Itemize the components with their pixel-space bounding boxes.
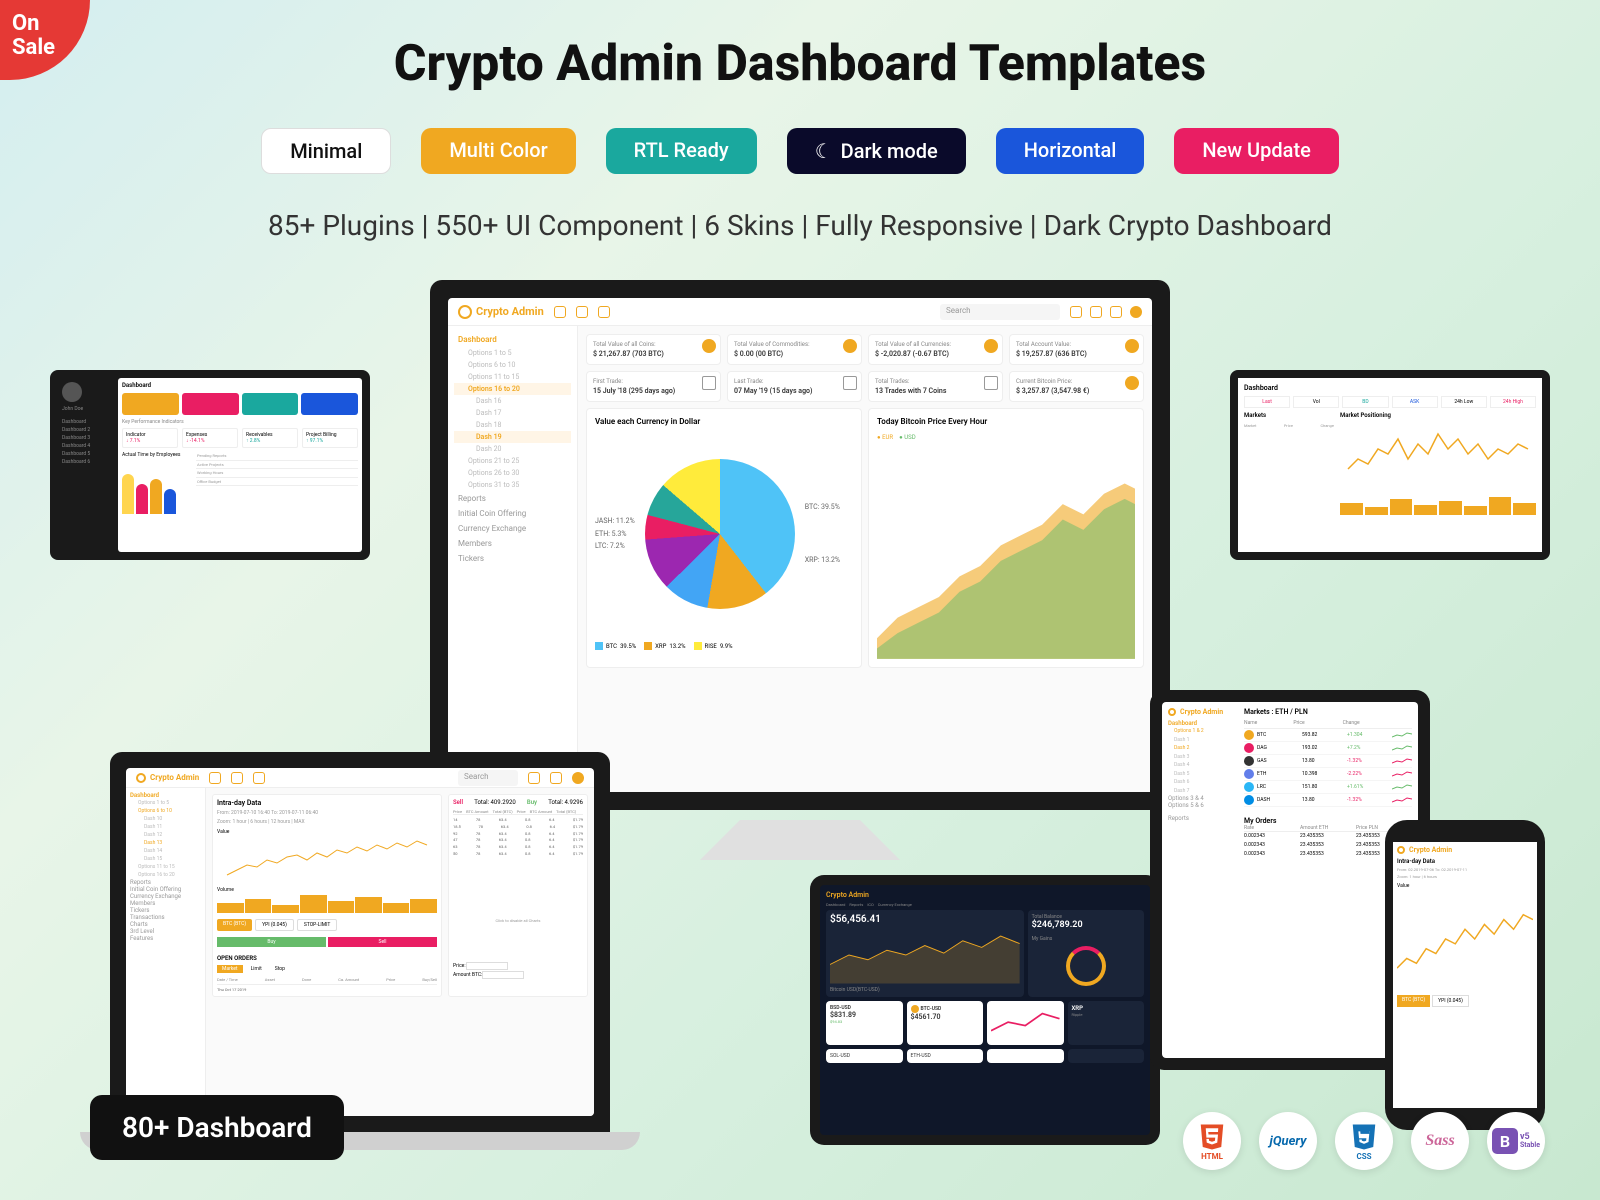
donut-icon	[1066, 946, 1106, 986]
bitcoin-icon	[984, 339, 998, 353]
stat-card: Total Value of all Coins:$ 21,267.87 (70…	[586, 334, 721, 365]
pie-chart-card: Value each Currency in Dollar JASH: 11.2…	[586, 408, 862, 668]
tag-multi-color[interactable]: Multi Color	[421, 128, 575, 174]
sidebar: Dashboard Options 1 to 5 Options 6 to 10…	[448, 326, 578, 792]
css3-icon: CSS	[1335, 1112, 1393, 1170]
area-chart-card: Today Bitcoin Price Every Hour ● EUR ● U…	[868, 408, 1144, 668]
bell-icon[interactable]	[550, 772, 562, 784]
gear-icon[interactable]	[572, 772, 584, 784]
main-content: Total Value of all Coins:$ 21,267.87 (70…	[578, 326, 1152, 792]
table-row[interactable]: ETH10.398-2.22%	[1244, 768, 1412, 781]
tech-stack-icons: HTML jQuery CSS Sass B v5 Stable	[1183, 1112, 1545, 1170]
bitcoin-icon	[1125, 339, 1139, 353]
table-row[interactable]: DAG193.02+7.2%	[1244, 742, 1412, 755]
brand-logo[interactable]: Crypto Admin	[136, 773, 199, 783]
monitor-stand	[700, 820, 900, 860]
task-icon[interactable]	[598, 306, 610, 318]
sale-line1: On	[12, 12, 90, 36]
bootstrap-icon: B v5 Stable	[1487, 1112, 1545, 1170]
dark-preview-main: Dashboard Key Performance Indicators Ind…	[118, 378, 362, 552]
preview-light-dashboard: Dashboard Last Vol BD ASK 24h Low 24h Hi…	[1230, 370, 1550, 560]
phone-preview: Crypto Admin Intra-day Data From: 02.201…	[1385, 820, 1545, 1130]
stat-card: Total Account Value:$ 19,257.87 (636 BTC…	[1009, 334, 1144, 365]
avatar	[62, 382, 82, 402]
tag-horizontal[interactable]: Horizontal	[996, 128, 1145, 174]
sell-button[interactable]: Sell	[328, 937, 437, 947]
logo-icon	[458, 305, 472, 319]
chat-icon[interactable]	[554, 306, 566, 318]
fullscreen-icon[interactable]	[1070, 306, 1082, 318]
search-input[interactable]: Search	[458, 770, 518, 786]
mail-icon[interactable]	[231, 772, 243, 784]
preview-dark-sidebar: John Doe Dashboard Dashboard 2 Dashboard…	[50, 370, 370, 560]
trade-card: Last Trade:07 May '19 (15 days ago)	[727, 371, 862, 402]
subtitle: 85+ Plugins | 550+ UI Component | 6 Skin…	[0, 209, 1600, 242]
stat-card: Total Value of Commodities:$ 0.00 (00 BT…	[727, 334, 862, 365]
sass-icon: Sass	[1411, 1112, 1469, 1170]
chat-icon[interactable]	[209, 772, 221, 784]
gear-icon[interactable]	[1130, 306, 1142, 318]
calendar-icon	[843, 376, 857, 390]
tag-dark-mode[interactable]: ☾ Dark mode	[787, 128, 966, 174]
stat-tile	[242, 393, 299, 415]
laptop-preview: Crypto Admin Search Dashboard Options 1 …	[80, 752, 640, 1150]
jquery-icon: jQuery	[1259, 1112, 1317, 1170]
logo-icon	[136, 773, 146, 783]
stat-tile	[122, 393, 179, 415]
trade-card: First Trade:15 July '18 (295 days ago)	[586, 371, 721, 402]
bitcoin-icon	[843, 339, 857, 353]
tag-new-update[interactable]: New Update	[1174, 128, 1338, 174]
stat-tile	[182, 393, 239, 415]
html5-icon: HTML	[1183, 1112, 1241, 1170]
page-title: Crypto Admin Dashboard Templates	[0, 0, 1600, 93]
user-icon[interactable]	[1110, 306, 1122, 318]
trade-card: Current Bitcoin Price:$ 3,257.87 (3,547.…	[1009, 371, 1144, 402]
calendar-icon	[702, 376, 716, 390]
sale-line2: Sale	[12, 36, 90, 60]
brand-logo[interactable]: Crypto Admin	[458, 305, 544, 319]
bitcoin-icon	[1125, 376, 1139, 390]
table-row[interactable]: LRC151.80+1.61%	[1244, 781, 1412, 794]
stat-card: Total Value of all Currencies:$ -2,020.8…	[868, 334, 1003, 365]
area-chart	[877, 445, 1135, 687]
stat-tile	[301, 393, 358, 415]
table-row[interactable]: BTC593.82+1.304	[1244, 729, 1412, 742]
pie-chart	[645, 459, 795, 609]
sidebar-dashboard[interactable]: Dashboard	[454, 332, 571, 347]
bitcoin-icon	[702, 339, 716, 353]
feature-tags: Minimal Multi Color RTL Ready ☾ Dark mod…	[0, 128, 1600, 174]
fullscreen-icon[interactable]	[528, 772, 540, 784]
tag-minimal[interactable]: Minimal	[261, 128, 391, 174]
table-row[interactable]: GAS13.80-1.32%	[1244, 755, 1412, 768]
buy-button[interactable]: Buy	[217, 937, 326, 947]
tab-btc[interactable]: BTC (BTC)	[217, 919, 252, 931]
search-input[interactable]: Search	[940, 304, 1060, 320]
task-icon[interactable]	[253, 772, 265, 784]
trade-card: Total Trades:13 Trades with 7 Coins	[868, 371, 1003, 402]
table-row[interactable]: DASH13.80-1.32%	[1244, 794, 1412, 807]
bell-icon[interactable]	[1090, 306, 1102, 318]
app-header: Crypto Admin Search	[448, 298, 1152, 326]
tag-rtl[interactable]: RTL Ready	[606, 128, 757, 174]
mail-icon[interactable]	[576, 306, 588, 318]
moon-icon: ☾	[815, 139, 833, 163]
tablet-dark-preview: Crypto Admin Dashboard Reports ICO Curre…	[810, 875, 1160, 1145]
dark-sidebar: John Doe Dashboard Dashboard 2 Dashboard…	[58, 378, 118, 552]
dashboard-count-badge: 80+ Dashboard	[90, 1095, 344, 1160]
calendar-icon	[984, 376, 998, 390]
